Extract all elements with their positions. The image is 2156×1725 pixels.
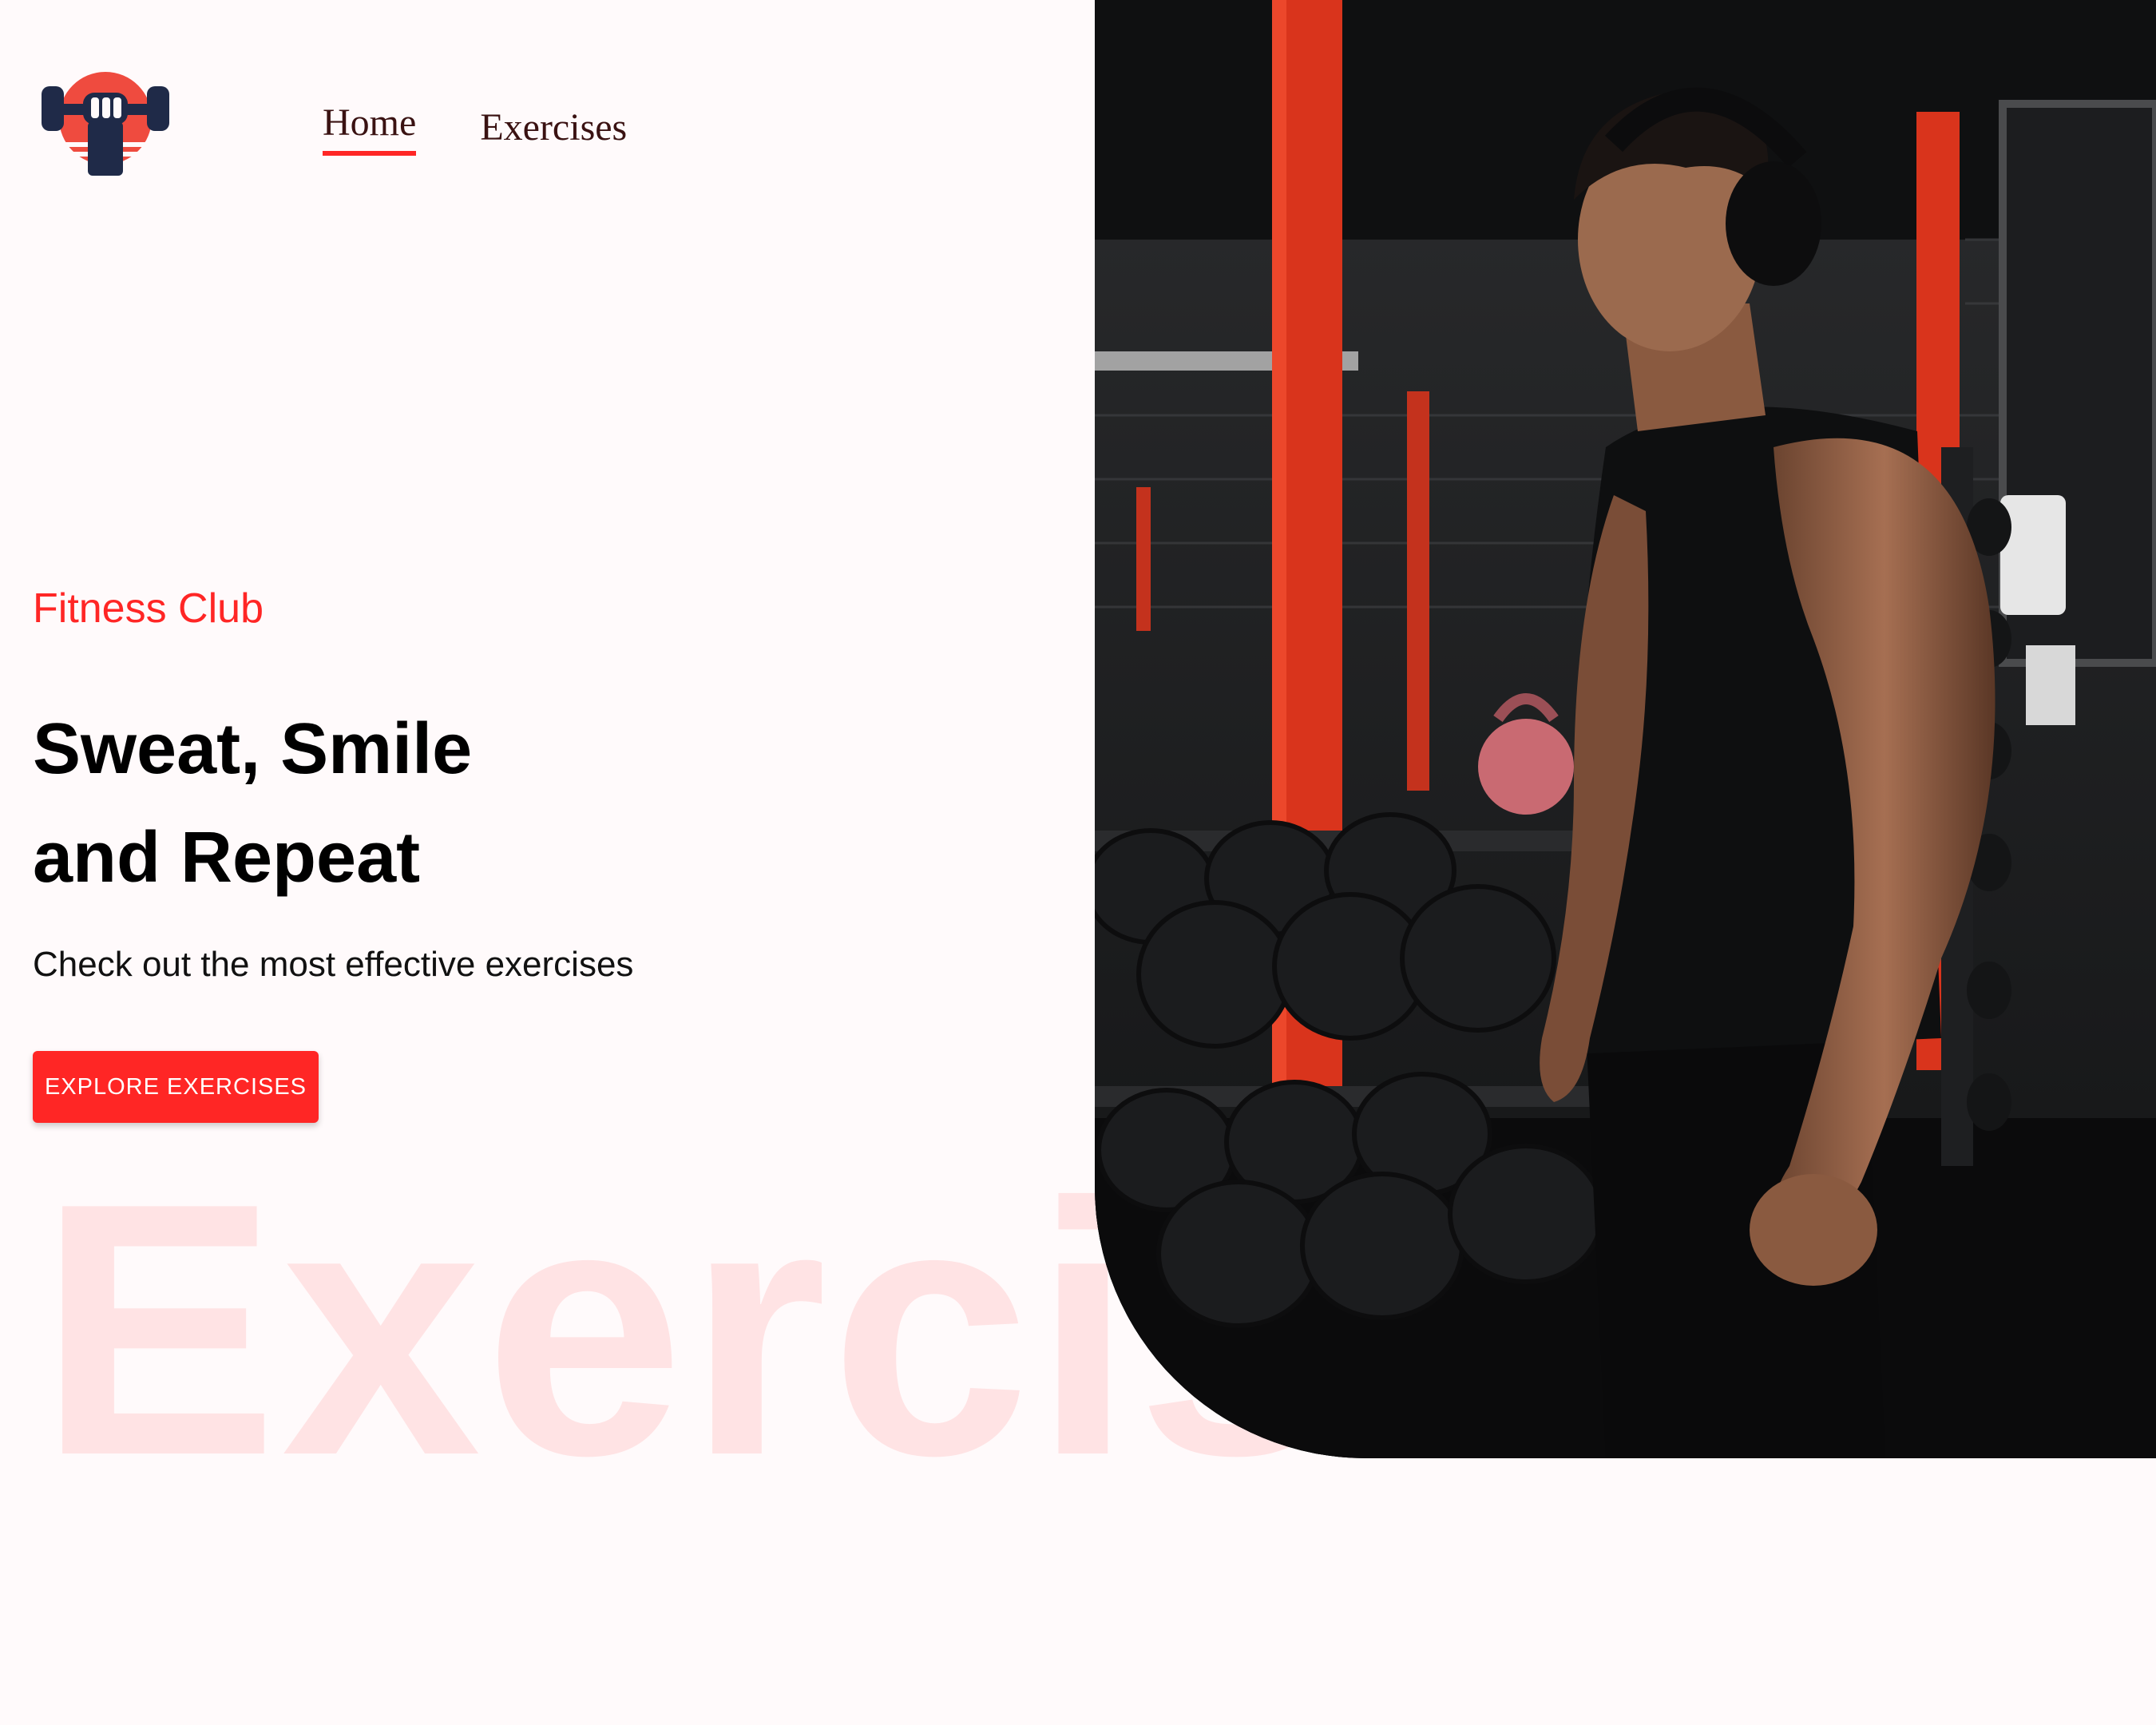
main-nav: Home Exercises bbox=[323, 101, 627, 156]
nav-exercises-link[interactable]: Exercises bbox=[480, 105, 627, 156]
site-logo[interactable] bbox=[38, 69, 172, 180]
gym-athlete-image bbox=[1095, 0, 2156, 1458]
hero-subtitle: Check out the most effective exercises bbox=[33, 945, 634, 984]
hero-banner-image bbox=[1095, 0, 2156, 1458]
nav-home-link[interactable]: Home bbox=[323, 101, 417, 156]
fist-dumbbell-logo-icon bbox=[42, 72, 169, 176]
hero-title: Sweat, Smile and Repeat bbox=[33, 695, 472, 912]
hero-title-line-1: Sweat, Smile bbox=[33, 709, 473, 789]
hero-kicker: Fitness Club bbox=[33, 585, 264, 632]
explore-exercises-button[interactable]: EXPLORE EXERCISES bbox=[33, 1051, 319, 1123]
hero-title-line-2: and Repeat bbox=[33, 818, 421, 898]
